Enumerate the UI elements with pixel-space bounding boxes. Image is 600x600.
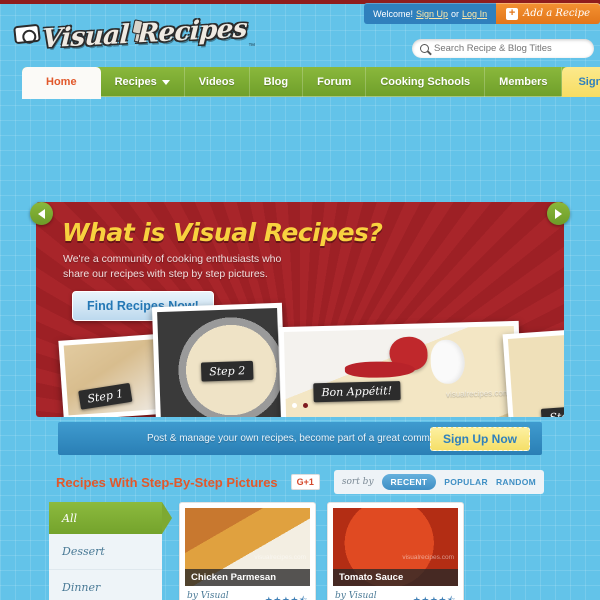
category-sidebar: All Dessert Dinner Appetizers Bread Lunc… <box>49 502 172 600</box>
carousel-dots <box>36 403 564 408</box>
nav-label-blog: Blog <box>263 76 289 88</box>
sidebar-item-dessert[interactable]: Dessert <box>49 534 162 570</box>
welcome-text: Welcome! <box>373 8 413 19</box>
berry-sauce-drizzle <box>344 360 416 379</box>
page-title: Recipes With Step-By-Step Pictures <box>56 474 278 490</box>
recipe-author: by Visual Recipes <box>187 591 229 600</box>
nav-item-cooking-schools[interactable]: Cooking Schools <box>366 67 486 97</box>
nav-item-members[interactable]: Members <box>485 67 563 97</box>
recipe-title: Tomato Sauce <box>333 569 458 586</box>
recipe-author: by Visual Recipes <box>335 591 377 600</box>
welcome-block: Welcome! Sign Up or Log In <box>364 3 497 24</box>
hero-photo-step2-label: Step 2 <box>200 360 254 382</box>
sidebar-item-dinner[interactable]: Dinner <box>49 570 162 600</box>
recipe-meta: by Visual Recipes ★★★★⯪ <box>333 586 458 600</box>
search-input[interactable] <box>434 43 586 54</box>
hero-subtitle: We're a community of cooking enthusiasts… <box>63 253 282 280</box>
hero-photo-step2[interactable]: Step 2 <box>151 302 287 417</box>
sidebar-label-dessert: Dessert <box>62 545 105 558</box>
thumbnail-watermark: visualrecipes.com <box>254 554 306 561</box>
carousel-dot-1[interactable] <box>292 403 297 408</box>
main-navigation: Home Recipes Videos Blog Forum Cooking S… <box>22 67 600 97</box>
nav-label-forum: Forum <box>317 76 352 88</box>
add-recipe-label: Add a Recipe <box>523 8 590 19</box>
search-box[interactable] <box>412 39 594 58</box>
add-recipe-button[interactable]: + Add a Recipe <box>496 3 600 24</box>
section-header: Recipes With Step-By-Step Pictures G+1 s… <box>44 467 556 497</box>
sign-up-link[interactable]: Sign Up <box>416 9 448 19</box>
sidebar-item-all[interactable]: All <box>49 502 172 534</box>
sidebar-label-all: All <box>62 511 77 525</box>
or-text: or <box>451 8 460 19</box>
recipe-rating: ★★★★⯪ <box>412 595 456 600</box>
logo-text: Visual Recipes <box>41 13 248 55</box>
nav-item-blog[interactable]: Blog <box>250 67 304 97</box>
nav-item-videos[interactable]: Videos <box>185 67 250 97</box>
recipe-thumbnail[interactable]: visualrecipes.com Tomato Sauce <box>333 508 458 586</box>
nav-item-forum[interactable]: Forum <box>303 67 367 97</box>
nav-label-videos: Videos <box>198 76 235 88</box>
recipe-title: Chicken Parmesan <box>185 569 310 586</box>
nav-label-cooking-schools: Cooking Schools <box>380 76 471 88</box>
sort-option-random[interactable]: RANDOM <box>496 477 536 487</box>
trademark-mark: ™ <box>248 43 256 50</box>
signup-cta-text: Post & manage your own recipes, become p… <box>146 433 454 444</box>
recipe-thumbnail[interactable]: visualrecipes.com Chicken Parmesan <box>185 508 310 586</box>
sign-up-now-button[interactable]: Sign Up Now <box>430 427 530 451</box>
sort-option-recent[interactable]: RECENT <box>381 474 437 490</box>
recipe-card[interactable]: visualrecipes.com Tomato Sauce by Visual… <box>327 502 464 600</box>
recipe-meta: by Visual Recipes ★★★★⯪ <box>185 586 310 600</box>
signup-cta-bar: Post & manage your own recipes, become p… <box>58 422 542 455</box>
sort-by-label: sort by <box>341 477 374 487</box>
thumbnail-watermark: visualrecipes.com <box>402 554 454 561</box>
whipped-cream-garnish <box>430 339 466 385</box>
hero-photo-step2-image: Step 2 <box>157 307 281 417</box>
recipe-grid: visualrecipes.com Chicken Parmesan by Vi… <box>179 502 556 600</box>
nav-item-recipes[interactable]: Recipes <box>101 67 185 97</box>
hero-carousel: What is Visual Recipes? We're a communit… <box>36 202 564 417</box>
chevron-left-icon <box>38 208 45 219</box>
sort-controls: sort by RECENT POPULAR RANDOM <box>333 470 544 494</box>
hero-title: What is Visual Recipes? <box>62 218 383 247</box>
sort-option-popular[interactable]: POPULAR <box>444 477 488 487</box>
carousel-dot-2[interactable] <box>303 403 308 408</box>
site-logo[interactable]: Visual Recipes ™ <box>13 13 256 55</box>
nav-item-signup[interactable]: Sign Up! <box>562 67 600 97</box>
carousel-prev-button[interactable] <box>30 202 53 225</box>
recipe-card[interactable]: visualrecipes.com Chicken Parmesan by Vi… <box>179 502 316 600</box>
chevron-right-icon <box>555 208 562 219</box>
nav-label-members: Members <box>499 76 548 88</box>
nav-item-home[interactable]: Home <box>22 67 101 97</box>
nav-label-recipes: Recipes <box>114 76 157 88</box>
utility-bar: Welcome! Sign Up or Log In + Add a Recip… <box>364 3 600 24</box>
camera-icon <box>13 23 41 45</box>
sidebar-label-dinner: Dinner <box>62 581 101 594</box>
search-icon <box>420 44 429 53</box>
chevron-down-icon <box>161 79 170 85</box>
recipe-rating: ★★★★⯪ <box>264 595 308 600</box>
nav-label-signup: Sign Up! <box>578 76 600 88</box>
hero-photo-watermark: visualrecipes.com <box>445 388 510 399</box>
google-plus-one-button[interactable]: G+1 <box>290 474 320 490</box>
plus-icon: + <box>506 7 519 20</box>
carousel-next-button[interactable] <box>547 202 570 225</box>
hero-photo-featured-label: Bon Appétit! <box>313 381 401 403</box>
log-in-link[interactable]: Log In <box>462 9 487 19</box>
nav-label-home: Home <box>46 76 77 88</box>
